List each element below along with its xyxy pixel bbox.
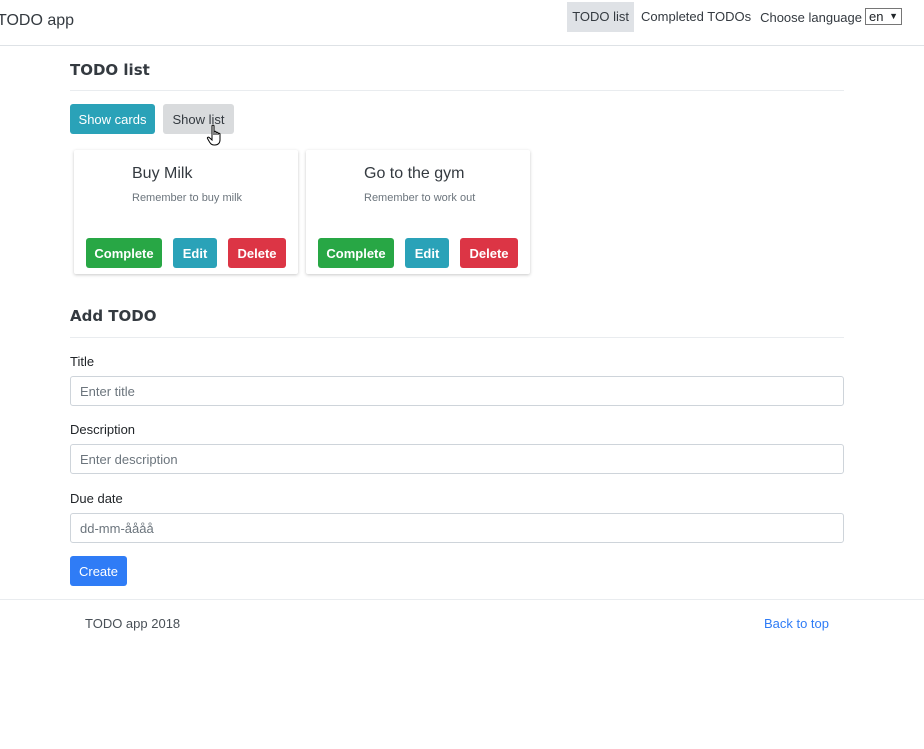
footer-copyright: TODO app 2018 <box>85 616 181 631</box>
create-button[interactable]: Create <box>70 556 127 586</box>
title-label: Title <box>70 354 95 369</box>
show-list-button[interactable]: Show list <box>163 104 234 134</box>
language-select[interactable]: en ▼ <box>865 7 902 25</box>
view-toggle: Show cards Show list <box>70 104 234 134</box>
divider <box>70 90 844 91</box>
todo-card: Go to the gym Remember to work out Compl… <box>306 150 530 274</box>
back-to-top-link[interactable]: Back to top <box>764 616 829 631</box>
divider <box>70 337 844 338</box>
add-todo-heading: Add TODO <box>70 307 157 325</box>
todo-cards: Buy Milk Remember to buy milk Complete E… <box>74 150 530 274</box>
brand[interactable]: TODO app <box>0 12 74 30</box>
edit-button[interactable]: Edit <box>405 238 449 268</box>
description-input[interactable] <box>70 444 844 474</box>
complete-button[interactable]: Complete <box>318 238 394 268</box>
show-cards-button[interactable]: Show cards <box>70 104 155 134</box>
edit-button[interactable]: Edit <box>173 238 217 268</box>
title-input[interactable] <box>70 376 844 406</box>
card-title: Buy Milk <box>132 165 193 182</box>
due-date-label: Due date <box>70 491 123 506</box>
todo-card: Buy Milk Remember to buy milk Complete E… <box>74 150 298 274</box>
card-description: Remember to buy milk <box>132 192 243 204</box>
complete-button[interactable]: Complete <box>86 238 162 268</box>
description-label: Description <box>70 422 136 437</box>
footer-divider <box>0 599 924 600</box>
nav-completed-todos[interactable]: Completed TODOs <box>636 2 756 32</box>
todo-list-heading: TODO list <box>70 61 150 79</box>
navbar: TODO app TODO list Completed TODOs Choos… <box>0 0 924 46</box>
card-actions: Complete Edit Delete <box>86 238 286 268</box>
language-value: en <box>869 8 884 24</box>
card-title: Go to the gym <box>364 165 465 182</box>
delete-button[interactable]: Delete <box>228 238 286 268</box>
delete-button[interactable]: Delete <box>460 238 518 268</box>
nav-links: TODO list Completed TODOs Choose languag… <box>567 2 902 32</box>
language-label: Choose language <box>760 9 862 25</box>
nav-todo-list[interactable]: TODO list <box>567 2 635 32</box>
card-description: Remember to work out <box>364 192 476 204</box>
card-actions: Complete Edit Delete <box>318 238 518 268</box>
dropdown-arrow-icon: ▼ <box>889 10 898 21</box>
due-date-input[interactable] <box>70 513 844 543</box>
